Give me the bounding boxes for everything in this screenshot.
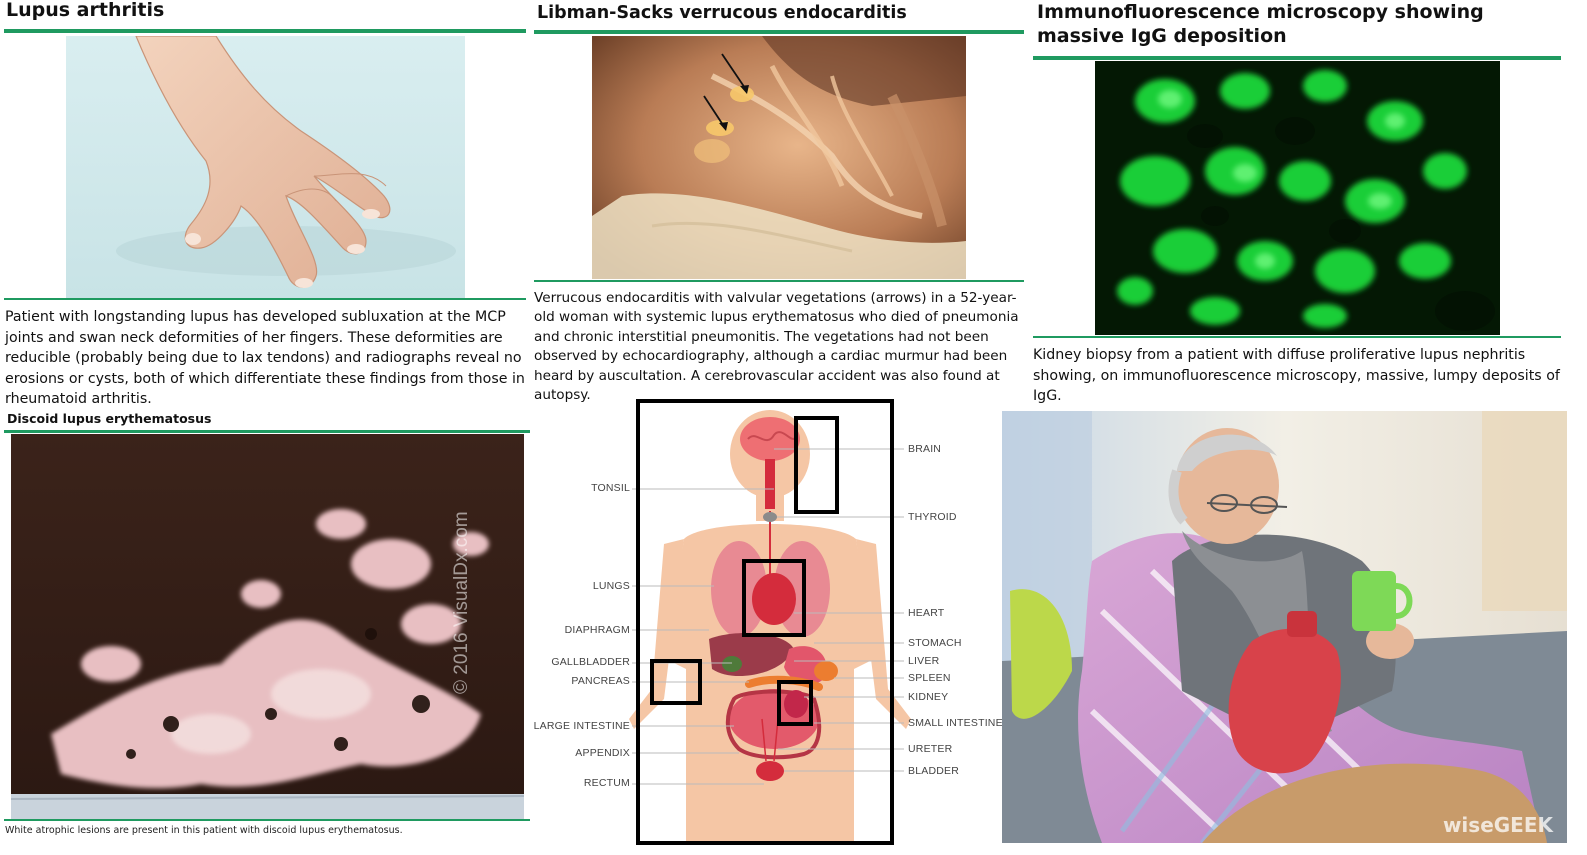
lupus-arthritis-caption-rule: [4, 298, 526, 300]
label-large-intestine: LARGE INTESTINE: [533, 720, 630, 732]
hand-photo: [66, 36, 465, 298]
immunofluorescence-micrograph: [1095, 61, 1500, 335]
libman-sacks-caption-rule: [534, 280, 1024, 282]
immunofluorescence-caption-rule: [1033, 336, 1561, 338]
discoid-watermark: © 2016 VisualDx.com: [451, 511, 472, 694]
discoid-caption-rule: [4, 819, 530, 821]
immunofluorescence-title: Immunofluorescence microscopy showing ma…: [1037, 1, 1484, 47]
libman-sacks-caption: Verrucous endocarditis with valvular veg…: [534, 290, 1019, 404]
libman-sacks-title-rule: [534, 30, 1024, 34]
label-pancreas: PANCREAS: [571, 675, 630, 687]
anatomy-diagram: TONSIL LUNGS DIAPHRAGM GALLBLADDER PANCR…: [533, 399, 1003, 845]
discoid-skin-photo: © 2016 VisualDx.com: [11, 434, 524, 819]
label-gallbladder: GALLBLADDER: [551, 656, 630, 668]
lupus-arthritis-caption: Patient with longstanding lupus has deve…: [5, 309, 525, 408]
immunofluorescence-title-rule: [1033, 56, 1561, 60]
label-lungs: LUNGS: [592, 580, 630, 592]
immunofluorescence-caption: Kidney biopsy from a patient with diffus…: [1033, 347, 1560, 405]
label-brain: BRAIN: [908, 443, 942, 455]
discoid-title: Discoid lupus erythematosus: [7, 411, 212, 426]
label-bladder: BLADDER: [908, 765, 959, 777]
heart-autopsy-photo: [592, 36, 966, 279]
label-heart: HEART: [908, 607, 945, 619]
sick-man-photo: wiseGEEK: [1002, 411, 1567, 843]
label-thyroid: THYROID: [908, 511, 957, 523]
label-tonsil: TONSIL: [591, 482, 630, 494]
label-kidney: KIDNEY: [908, 691, 949, 703]
label-rectum: RECTUM: [583, 777, 630, 789]
label-diaphragm: DIAPHRAGM: [564, 624, 630, 636]
label-stomach: STOMACH: [908, 637, 962, 649]
label-spleen: SPLEEN: [908, 672, 951, 684]
label-ureter: URETER: [908, 743, 953, 755]
discoid-caption: White atrophic lesions are present in th…: [5, 825, 403, 836]
discoid-title-rule: [4, 430, 530, 433]
lupus-arthritis-title: Lupus arthritis: [6, 0, 165, 21]
wisegeek-watermark: wiseGEEK: [1442, 813, 1553, 837]
label-liver: LIVER: [908, 655, 940, 667]
libman-sacks-title: Libman-Sacks verrucous endocarditis: [537, 3, 907, 23]
lupus-arthritis-title-rule: [4, 29, 526, 33]
label-appendix: APPENDIX: [575, 747, 630, 759]
label-small-intestine: SMALL INTESTINE: [908, 717, 1003, 729]
